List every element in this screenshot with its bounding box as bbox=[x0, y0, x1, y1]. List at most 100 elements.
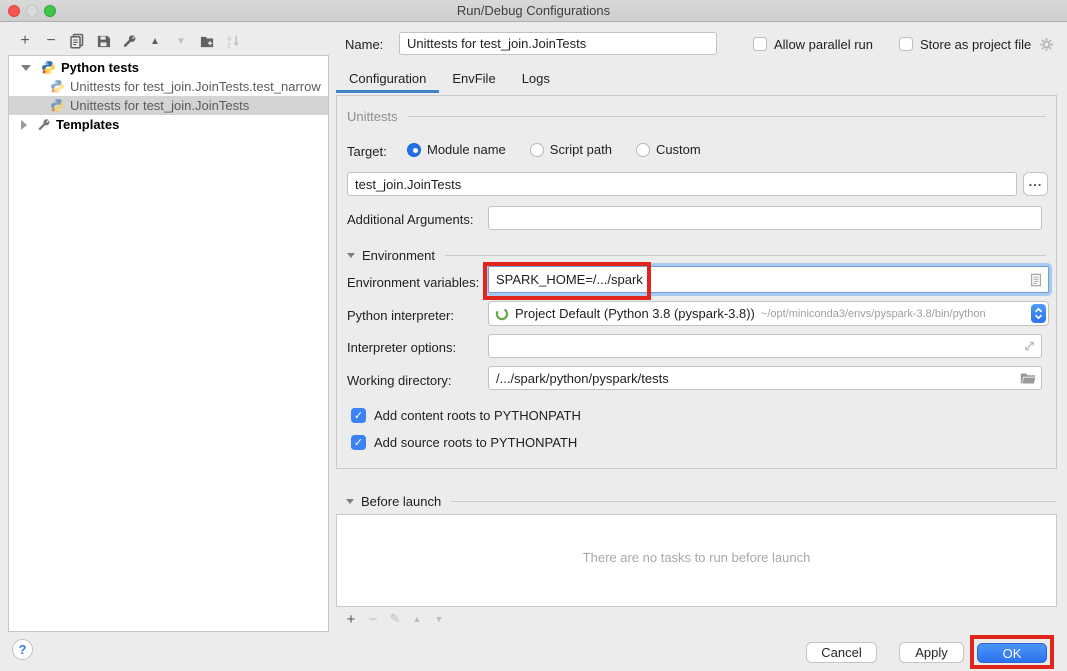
copy-configuration-icon[interactable] bbox=[64, 31, 90, 51]
chevron-down-icon[interactable] bbox=[346, 499, 354, 504]
radio-module-name[interactable]: Module name bbox=[401, 142, 506, 157]
store-as-project-file-checkbox-row[interactable]: Store as project file bbox=[899, 36, 1054, 52]
edit-variables-icon[interactable] bbox=[1029, 272, 1043, 288]
allow-parallel-run-label: Allow parallel run bbox=[774, 37, 873, 52]
chevron-right-icon[interactable] bbox=[21, 120, 27, 130]
radio-script-path[interactable]: Script path bbox=[524, 142, 612, 157]
content-roots-label: Add content roots to PYTHONPATH bbox=[374, 408, 581, 423]
additional-arguments-input[interactable] bbox=[488, 206, 1042, 230]
tab-envfile[interactable]: EnvFile bbox=[439, 66, 508, 93]
content-roots-checkbox-row[interactable]: ✓ Add content roots to PYTHONPATH bbox=[351, 407, 581, 423]
task-move-up-button[interactable]: ▲ bbox=[406, 610, 428, 628]
svg-text:z: z bbox=[227, 41, 231, 50]
allow-parallel-run-checkbox[interactable] bbox=[753, 37, 767, 51]
interpreter-options-input[interactable] bbox=[488, 334, 1042, 358]
unittests-group-label: Unittests bbox=[347, 109, 398, 124]
radio-custom-control[interactable] bbox=[636, 143, 650, 157]
run-debug-configurations-dialog: Run/Debug Configurations + − ▲ ▼ az Pyt bbox=[0, 0, 1067, 671]
divider bbox=[445, 255, 1046, 256]
radio-module-name-control[interactable] bbox=[407, 143, 421, 157]
unittests-group-header: Unittests bbox=[347, 109, 1046, 124]
python-icon bbox=[50, 98, 65, 113]
radio-custom[interactable]: Custom bbox=[630, 142, 701, 157]
source-roots-checkbox[interactable]: ✓ bbox=[351, 435, 366, 450]
environment-variables-label: Environment variables: bbox=[347, 275, 479, 290]
before-launch-tasks-panel: There are no tasks to run before launch bbox=[336, 514, 1057, 607]
chevron-down-icon[interactable] bbox=[347, 253, 355, 258]
no-tasks-message: There are no tasks to run before launch bbox=[337, 550, 1056, 565]
environment-section-label: Environment bbox=[362, 248, 435, 263]
remove-configuration-button[interactable]: − bbox=[38, 31, 64, 51]
titlebar: Run/Debug Configurations bbox=[0, 0, 1067, 22]
source-roots-checkbox-row[interactable]: ✓ Add source roots to PYTHONPATH bbox=[351, 434, 577, 450]
additional-arguments-label: Additional Arguments: bbox=[347, 212, 473, 227]
move-up-button[interactable]: ▲ bbox=[142, 31, 168, 51]
radio-script-path-label: Script path bbox=[550, 142, 612, 157]
before-launch-label: Before launch bbox=[361, 494, 441, 509]
radio-script-path-control[interactable] bbox=[530, 143, 544, 157]
sort-configurations-icon[interactable]: az bbox=[220, 31, 246, 51]
gear-icon[interactable] bbox=[1039, 37, 1054, 52]
source-roots-label: Add source roots to PYTHONPATH bbox=[374, 435, 577, 450]
tree-item-python-tests[interactable]: Python tests bbox=[9, 58, 328, 77]
add-configuration-button[interactable]: + bbox=[12, 31, 38, 51]
task-move-down-button[interactable]: ▼ bbox=[428, 610, 450, 628]
ok-button[interactable]: OK bbox=[977, 643, 1047, 663]
move-down-button[interactable]: ▼ bbox=[168, 31, 194, 51]
folder-icon[interactable] bbox=[1020, 372, 1036, 385]
environment-variables-input[interactable] bbox=[488, 266, 1049, 293]
tree-item-unittests-test-narrow[interactable]: Unittests for test_join.JoinTests.test_n… bbox=[9, 77, 328, 96]
expand-field-icon[interactable] bbox=[1023, 340, 1036, 353]
new-folder-icon[interactable] bbox=[194, 31, 220, 51]
add-task-button[interactable]: + bbox=[340, 610, 362, 628]
apply-button[interactable]: Apply bbox=[899, 642, 964, 663]
cancel-button[interactable]: Cancel bbox=[806, 642, 877, 663]
module-name-input[interactable] bbox=[347, 172, 1017, 196]
environment-section-header[interactable]: Environment bbox=[347, 248, 1046, 263]
wrench-icon bbox=[37, 118, 51, 132]
save-configuration-icon[interactable] bbox=[90, 31, 116, 51]
tree-item-templates[interactable]: Templates bbox=[9, 115, 328, 134]
tree-item-unittests-jointests-selected[interactable]: Unittests for test_join.JoinTests bbox=[9, 96, 328, 115]
check-icon: ✓ bbox=[354, 409, 363, 422]
check-icon: ✓ bbox=[354, 436, 363, 449]
content-roots-checkbox[interactable]: ✓ bbox=[351, 408, 366, 423]
allow-parallel-run-checkbox-row[interactable]: Allow parallel run bbox=[753, 36, 873, 52]
edit-templates-wrench-icon[interactable] bbox=[116, 31, 142, 51]
tab-configuration[interactable]: Configuration bbox=[336, 66, 439, 93]
conda-env-icon bbox=[495, 307, 509, 321]
tree-item-label: Unittests for test_join.JoinTests bbox=[70, 98, 249, 113]
interpreter-name: Project Default (Python 3.8 (pyspark-3.8… bbox=[515, 306, 755, 321]
working-directory-field-wrap bbox=[488, 366, 1042, 390]
tab-logs[interactable]: Logs bbox=[509, 66, 563, 93]
name-label: Name: bbox=[345, 37, 383, 52]
target-radio-group: Module name Script path Custom bbox=[401, 142, 719, 157]
edit-task-icon[interactable]: ✎ bbox=[384, 610, 406, 628]
before-launch-section-header[interactable]: Before launch bbox=[346, 494, 1056, 509]
divider bbox=[451, 501, 1056, 502]
chevron-down-icon[interactable] bbox=[21, 65, 31, 71]
module-name-field-wrap bbox=[347, 172, 1017, 196]
python-interpreter-select[interactable]: Project Default (Python 3.8 (pyspark-3.8… bbox=[488, 301, 1049, 326]
radio-custom-label: Custom bbox=[656, 142, 701, 157]
working-directory-label: Working directory: bbox=[347, 373, 452, 388]
interpreter-options-field-wrap bbox=[488, 334, 1042, 358]
tree-item-label: Unittests for test_join.JoinTests.test_n… bbox=[70, 79, 321, 94]
configurations-tree: Python tests Unittests for test_join.Joi… bbox=[8, 55, 329, 632]
python-interpreter-label: Python interpreter: bbox=[347, 308, 454, 323]
browse-button[interactable]: ... bbox=[1023, 172, 1048, 196]
interpreter-options-label: Interpreter options: bbox=[347, 340, 456, 355]
tasks-toolbar: + − ✎ ▲ ▼ bbox=[340, 610, 450, 628]
additional-arguments-field-wrap bbox=[488, 206, 1042, 230]
window-title: Run/Debug Configurations bbox=[0, 0, 1067, 22]
working-directory-input[interactable] bbox=[488, 366, 1042, 390]
name-input[interactable] bbox=[399, 32, 717, 55]
combo-stepper-icon[interactable] bbox=[1031, 304, 1046, 323]
store-as-project-file-label: Store as project file bbox=[920, 37, 1031, 52]
python-icon bbox=[50, 79, 65, 94]
store-as-project-file-checkbox[interactable] bbox=[899, 37, 913, 51]
remove-task-button[interactable]: − bbox=[362, 610, 384, 628]
tree-item-label: Python tests bbox=[61, 60, 139, 75]
environment-variables-field-wrap bbox=[488, 266, 1049, 293]
help-button[interactable]: ? bbox=[12, 639, 33, 660]
